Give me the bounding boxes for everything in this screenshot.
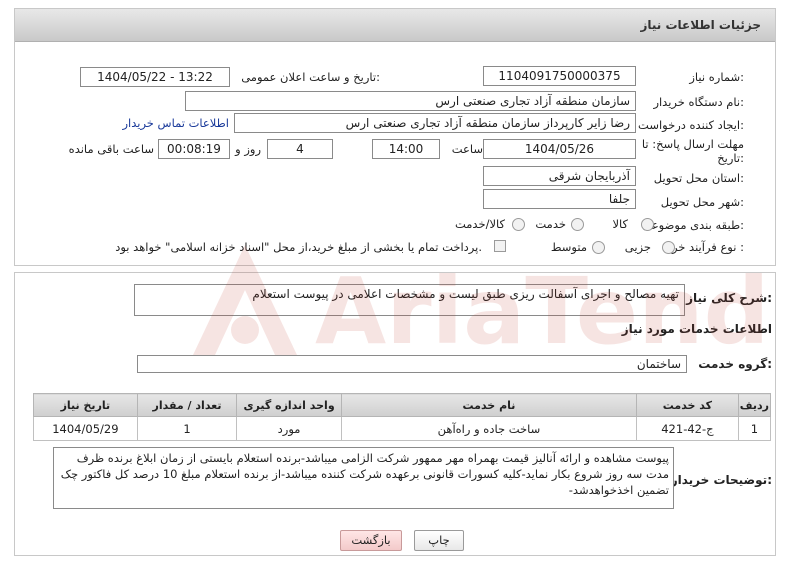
deadline-time-label: ساعت <box>451 142 483 156</box>
table-row: 1404/05/29 1 مورد ساخت جاده و راه‌آهن ج-… <box>33 416 772 441</box>
buyer-org-field[interactable]: سازمان منطقه آزاد تجاری صنعتی ارس <box>185 91 636 111</box>
time-remaining-field[interactable]: 00:08:19 <box>158 139 230 159</box>
process-medium-radio[interactable] <box>592 241 605 254</box>
deadline-date-field[interactable]: 1404/05/26 <box>483 139 636 159</box>
treasury-payment-checkbox[interactable] <box>494 240 506 252</box>
creator-field[interactable]: رضا زایر کارپرداز سازمان منطقه آزاد تجار… <box>234 113 636 133</box>
services-table-header: تاریخ نیاز تعداد / مقدار واحد اندازه گیر… <box>33 393 772 417</box>
process-partial-label: جزیی <box>624 240 651 254</box>
category-label: طبقه بندی موضوعی: <box>642 218 744 232</box>
services-section-title: اطلاعات خدمات مورد نیاز <box>621 322 772 336</box>
treasury-payment-note: پرداخت تمام یا بخشی از مبلغ خرید،از محل … <box>115 240 482 254</box>
col-need-date: تاریخ نیاز <box>33 393 138 417</box>
process-partial-radio[interactable] <box>662 241 675 254</box>
category-goods-service-label: کالا/خدمت <box>454 217 505 231</box>
creator-label: ایجاد کننده درخواست: <box>638 118 744 132</box>
city-label: شهر محل تحویل: <box>660 195 744 209</box>
cell-row-number: 1 <box>737 416 772 441</box>
category-goods-service-radio[interactable] <box>512 218 525 231</box>
deadline-time-field[interactable]: 14:00 <box>372 139 440 159</box>
cell-need-date: 1404/05/29 <box>33 416 138 441</box>
buyer-notes-label: توضیحات خریدار: <box>670 473 772 487</box>
service-group-label: گروه خدمت: <box>698 357 772 371</box>
category-service-radio[interactable] <box>571 218 584 231</box>
back-button[interactable]: بازگشت <box>340 530 402 551</box>
category-goods-label: کالا <box>612 217 628 231</box>
time-remaining-label: ساعت باقی مانده <box>68 142 154 156</box>
need-number-label: شماره نیاز: <box>689 70 744 84</box>
deadline-label: مهلت ارسال پاسخ: تا <box>641 137 744 151</box>
panel-header: جزئیات اطلاعات نیاز <box>15 9 775 42</box>
buyer-contact-link[interactable]: اطلاعات تماس خریدار <box>122 116 229 130</box>
category-goods-radio[interactable] <box>641 218 654 231</box>
province-field[interactable]: آذربایجان شرقی <box>483 166 636 186</box>
cell-service-code: ج-42-421 <box>636 416 739 441</box>
summary-label: شرح کلی نیاز: <box>686 291 772 305</box>
buyer-org-label: نام دستگاه خریدار: <box>653 95 744 109</box>
city-field[interactable]: جلفا <box>483 189 636 209</box>
col-quantity: تعداد / مقدار <box>136 393 238 417</box>
col-service-name: نام خدمت <box>340 393 638 417</box>
need-number-field[interactable]: 1104091750000375 <box>483 66 636 86</box>
print-button[interactable]: چاپ <box>414 530 464 551</box>
announce-date-field[interactable]: 1404/05/22 - 13:22 <box>80 67 230 87</box>
deadline-date-label: تاریخ: <box>717 151 744 165</box>
service-group-field[interactable]: ساختمان <box>137 355 687 373</box>
cell-service-name: ساخت جاده و راه‌آهن <box>340 416 638 441</box>
province-label: استان محل تحویل: <box>653 171 744 185</box>
days-remaining-field[interactable]: 4 <box>267 139 333 159</box>
cell-quantity: 1 <box>136 416 238 441</box>
panel-title: جزئیات اطلاعات نیاز <box>640 18 761 32</box>
col-service-code: کد خدمت <box>636 393 739 417</box>
summary-textarea[interactable]: تهیه مصالح و اجرای آسفالت ریزی طبق لیست … <box>134 284 685 316</box>
category-service-label: خدمت <box>535 217 566 231</box>
days-label: روز و <box>235 142 261 156</box>
col-unit: واحد اندازه گیری <box>236 393 342 417</box>
col-row-number: ردیف <box>737 393 772 417</box>
process-medium-label: متوسط <box>550 240 587 254</box>
buyer-notes-textarea[interactable]: پیوست مشاهده و ارائه آنالیز قیمت بهمراه … <box>53 447 674 509</box>
announce-date-label: تاریخ و ساعت اعلان عمومی: <box>241 70 380 84</box>
services-table: تاریخ نیاز تعداد / مقدار واحد اندازه گیر… <box>33 393 772 441</box>
cell-unit: مورد <box>236 416 342 441</box>
